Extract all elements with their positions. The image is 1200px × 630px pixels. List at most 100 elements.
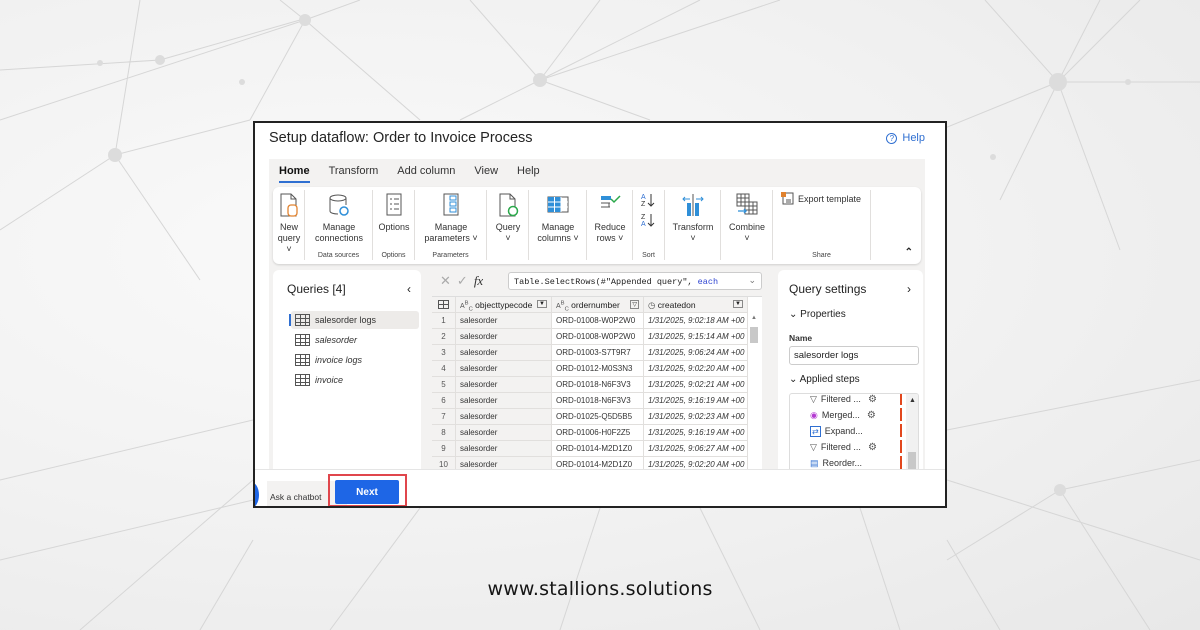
tab-home[interactable]: Home (279, 165, 310, 183)
step-filtered-2[interactable]: ▽ Filtered ... ⚙ (810, 439, 902, 455)
cell-ordernumber[interactable]: ORD-01014-M2D1Z0 (552, 441, 644, 456)
tab-view[interactable]: View (474, 165, 498, 183)
ask-chatbot-button[interactable]: Ask a chatbot (270, 492, 322, 502)
row-number[interactable]: 3 (432, 345, 456, 360)
reduce-rows-button[interactable]: Reduce rows ˅ (591, 190, 629, 244)
group-label-data-sources: Data sources (317, 252, 360, 259)
cell-createdon[interactable]: 1/31/2025, 9:02:23 AM +00 (644, 409, 748, 424)
cell-ordernumber[interactable]: ORD-01012-M0S3N3 (552, 361, 644, 376)
column-header-objecttypecode[interactable]: ABC objecttypecode ▼ (456, 297, 552, 312)
cell-createdon[interactable]: 1/31/2025, 9:06:24 AM +00 (644, 345, 748, 360)
sort-ascending-button[interactable]: AZ (638, 192, 658, 208)
cell-createdon[interactable]: 1/31/2025, 9:06:27 AM +00 (644, 441, 748, 456)
reorder-icon: ▤ (810, 457, 819, 468)
tab-transform[interactable]: Transform (329, 165, 379, 183)
query-item-salesorder[interactable]: salesorder (291, 331, 419, 349)
row-number[interactable]: 2 (432, 329, 456, 344)
tab-add-column[interactable]: Add column (397, 165, 455, 183)
step-expand[interactable]: ⇄ Expand... (810, 423, 902, 439)
manage-parameters-icon (443, 193, 459, 216)
row-number[interactable]: 9 (432, 441, 456, 456)
chatbot-icon[interactable] (255, 482, 259, 506)
collapse-settings-icon[interactable]: › (907, 282, 911, 296)
row-number[interactable]: 5 (432, 377, 456, 392)
step-settings-gear-icon[interactable]: ⚙ (868, 442, 877, 453)
cell-createdon[interactable]: 1/31/2025, 9:16:19 AM +00 (644, 393, 748, 408)
collapse-queries-icon[interactable]: ‹ (407, 282, 411, 296)
table-row: 2 salesorder ORD-01008-W0P2W0 1/31/2025, 9:… (432, 329, 748, 345)
cell-objecttypecode[interactable]: salesorder (456, 409, 552, 424)
step-merged[interactable]: ◉ Merged... ⚙ (810, 407, 902, 423)
table-row: 8 salesorder ORD-01006-H0F2Z5 1/31/2025, 9:… (432, 425, 748, 441)
step-settings-gear-icon[interactable]: ⚙ (868, 394, 877, 405)
table-icon (295, 374, 310, 386)
cell-objecttypecode[interactable]: salesorder (456, 377, 552, 392)
group-manage-columns: Manage columns ˅ (529, 190, 587, 260)
grid-scrollbar-thumb[interactable] (750, 327, 758, 343)
cell-createdon[interactable]: 1/31/2025, 9:02:21 AM +00 (644, 377, 748, 392)
group-reduce-rows: Reduce rows ˅ (587, 190, 633, 260)
expand-formula-icon[interactable]: ⌄ (748, 275, 756, 286)
cell-objecttypecode[interactable]: salesorder (456, 441, 552, 456)
row-number[interactable]: 4 (432, 361, 456, 376)
cell-ordernumber[interactable]: ORD-01018-N6F3V3 (552, 377, 644, 392)
reduce-rows-icon (601, 195, 621, 208)
cancel-formula-icon[interactable]: ✕ (440, 273, 451, 289)
transform-button[interactable]: Transform ˅ (669, 190, 717, 244)
formula-input[interactable]: Table.SelectRows(#"Appended query", each… (508, 272, 762, 290)
row-number[interactable]: 8 (432, 425, 456, 440)
cell-createdon[interactable]: 1/31/2025, 9:02:18 AM +00 (644, 313, 748, 328)
query-item-invoice[interactable]: invoice (291, 371, 419, 389)
group-label-parameters: Parameters (432, 252, 469, 259)
next-button[interactable]: Next (335, 480, 399, 504)
cell-createdon[interactable]: 1/31/2025, 9:16:19 AM +00 (644, 425, 748, 440)
power-query-editor: Home Transform Add column View Help New … (269, 159, 925, 473)
query-item-invoice-logs[interactable]: invoice logs (291, 351, 419, 369)
cell-objecttypecode[interactable]: salesorder (456, 425, 552, 440)
query-name-input[interactable] (789, 346, 919, 365)
row-number[interactable]: 6 (432, 393, 456, 408)
properties-section-toggle[interactable]: ⌄ Properties (789, 309, 846, 320)
column-header-createdon[interactable]: ◷ createdon ▼ (644, 297, 748, 312)
manage-connections-button[interactable]: Manage connections (309, 190, 369, 244)
help-link[interactable]: ? Help (886, 132, 925, 144)
cell-objecttypecode[interactable]: salesorder (456, 313, 552, 328)
new-query-button[interactable]: New query ˅ (275, 190, 303, 255)
cell-ordernumber[interactable]: ORD-01018-N6F3V3 (552, 393, 644, 408)
cell-objecttypecode[interactable]: salesorder (456, 393, 552, 408)
group-label-sort: Sort (642, 252, 655, 259)
cell-objecttypecode[interactable]: salesorder (456, 345, 552, 360)
column-header-ordernumber[interactable]: ABC ordernumber ▽ (552, 297, 644, 312)
group-label-share: Share (812, 252, 831, 259)
combine-button[interactable]: Combine ˅ (725, 190, 769, 244)
step-filtered-1[interactable]: ▽ Filtered ... ⚙ (810, 394, 902, 407)
commit-formula-icon[interactable]: ✓ (457, 273, 468, 289)
table-menu-icon[interactable] (432, 297, 456, 312)
steps-scrollbar[interactable]: ▲ (906, 394, 918, 472)
collapse-ribbon-icon[interactable]: ⌃ (905, 247, 913, 258)
cell-ordernumber[interactable]: ORD-01008-W0P2W0 (552, 329, 644, 344)
cell-ordernumber[interactable]: ORD-01003-S7T9R7 (552, 345, 644, 360)
query-button[interactable]: Query ˅ (491, 190, 525, 244)
cell-createdon[interactable]: 1/31/2025, 9:15:14 AM +00 (644, 329, 748, 344)
help-label: Help (902, 132, 925, 144)
cell-objecttypecode[interactable]: salesorder (456, 329, 552, 344)
manage-parameters-button[interactable]: Manage parameters ˅ (421, 190, 481, 244)
cell-ordernumber[interactable]: ORD-01025-Q5D5B5 (552, 409, 644, 424)
row-number[interactable]: 7 (432, 409, 456, 424)
dialog-title: Setup dataflow: Order to Invoice Process (269, 130, 533, 146)
manage-columns-button[interactable]: Manage columns ˅ (533, 190, 583, 244)
step-settings-gear-icon[interactable]: ⚙ (867, 410, 876, 421)
applied-steps-section-toggle[interactable]: ⌄ Applied steps (789, 374, 860, 385)
cell-ordernumber[interactable]: ORD-01006-H0F2Z5 (552, 425, 644, 440)
grid-scrollbar[interactable]: ▲ (750, 315, 760, 471)
query-item-salesorder-logs[interactable]: salesorder logs (289, 311, 419, 329)
options-button[interactable]: Options (376, 190, 412, 233)
tab-help[interactable]: Help (517, 165, 540, 183)
cell-createdon[interactable]: 1/31/2025, 9:02:20 AM +00 (644, 361, 748, 376)
cell-objecttypecode[interactable]: salesorder (456, 361, 552, 376)
export-template-button[interactable]: Export template (781, 192, 861, 205)
sort-descending-button[interactable]: ZA (638, 212, 658, 228)
cell-ordernumber[interactable]: ORD-01008-W0P2W0 (552, 313, 644, 328)
row-number[interactable]: 1 (432, 313, 456, 328)
